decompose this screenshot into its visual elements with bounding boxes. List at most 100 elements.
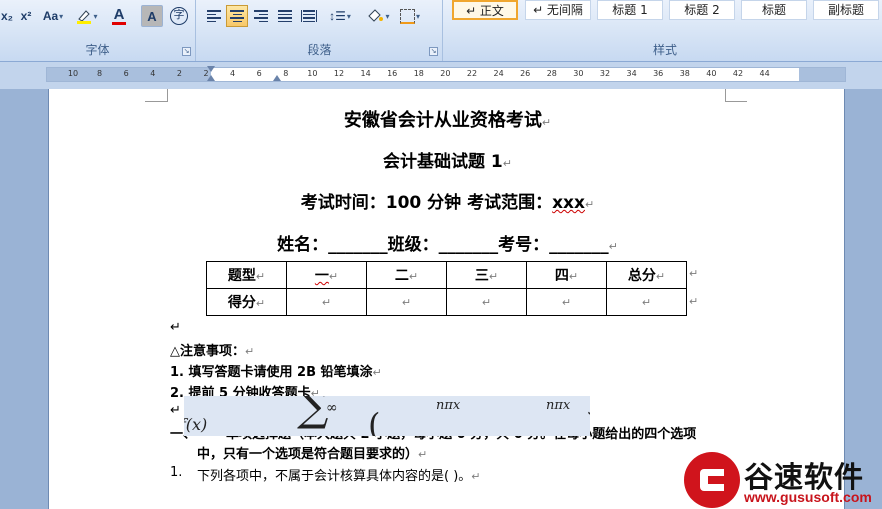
- table-cell[interactable]: 四↵: [526, 261, 607, 289]
- table-cell[interactable]: 总分↵: [606, 261, 687, 289]
- ruler-tick-label: 6: [123, 69, 129, 78]
- cell-mark: ↵: [408, 270, 419, 283]
- table-cell[interactable]: ↵: [526, 288, 607, 316]
- paragraph-dialog-launcher-icon[interactable]: ↘: [429, 47, 438, 56]
- change-case-button[interactable]: Aa ▾: [38, 5, 68, 27]
- ruler-tick-label: 22: [466, 69, 478, 78]
- exam-info-text: 考试时间：100 分钟 考试范围：: [300, 193, 553, 213]
- highlight-button[interactable]: ▾: [74, 5, 100, 27]
- align-right-button[interactable]: [250, 5, 272, 27]
- ruler-tick-label: 26: [520, 69, 531, 78]
- score-table[interactable]: 题型↵ 一↵ 二↵ 三↵ 四↵ 总分↵ 得分↵ ↵ ↵ ↵ ↵ ↵: [206, 261, 687, 316]
- table-cell[interactable]: 题型↵: [206, 261, 287, 289]
- align-left-button[interactable]: [203, 5, 225, 27]
- paragraph-group-label: 段落: [307, 43, 332, 57]
- enclose-chars-button[interactable]: 字: [168, 5, 190, 27]
- shading-button[interactable]: ▾: [361, 5, 395, 27]
- ruler-tick-label: 42: [732, 69, 744, 78]
- cell-mark: ↵: [255, 297, 266, 310]
- hanging-indent-marker-2[interactable]: [273, 75, 281, 81]
- style-normal[interactable]: ↵ 正文: [452, 0, 518, 20]
- subscript-button[interactable]: x₂: [0, 5, 14, 27]
- align-center-button[interactable]: [226, 5, 248, 27]
- paragraph-mark: ↵: [585, 198, 595, 211]
- paragraph-group: ↕☰ ▾ ▾ ▾ 段落 ↘: [197, 0, 443, 61]
- section-heading-line-2-text: 中，只有一个选项是符合题目要求的）: [197, 447, 419, 462]
- horizontal-ruler[interactable]: 10 8 6 4 2 2 4 6 8 10 12 14 16 18 20 22 24 26 28 30 32 34 36 38…: [46, 66, 846, 82]
- table-cell[interactable]: 得分↵: [206, 288, 287, 316]
- paragraph-mark: ↵: [418, 448, 428, 461]
- table-cell[interactable]: 一↵: [286, 261, 367, 289]
- font-color-button[interactable]: A: [104, 5, 134, 27]
- row-end-mark: ↵: [689, 296, 699, 308]
- doc-title-1-text: 安徽省会计从业资格考试: [343, 110, 542, 131]
- table-cell[interactable]: ↵: [606, 288, 687, 316]
- style-no-spacing[interactable]: ↵ 无间隔: [525, 0, 591, 20]
- ruler-tick-label: 40: [706, 69, 717, 78]
- ruler-tick-label: 4: [150, 69, 156, 78]
- margin-corner-mark: [725, 89, 726, 102]
- formula-image[interactable]: 10⁴ f(x) ∑ ∞ ( nπx nπx ): [184, 396, 590, 436]
- ruler-tick-label: 8: [283, 69, 289, 78]
- ruler-tick-label: 10: [307, 69, 318, 78]
- watermark: 谷速软件 www.gususoft.com: [684, 452, 882, 509]
- exam-info: 考试时间：100 分钟 考试范围：xxx↵: [49, 188, 846, 213]
- ruler-tick-label: 12: [333, 69, 345, 78]
- svg-text:nπx: nπx: [546, 398, 571, 413]
- cell-mark: ↵: [481, 296, 492, 309]
- table-cell[interactable]: ↵: [366, 288, 447, 316]
- cell-mark: ↵: [328, 270, 339, 283]
- svg-text:nπx: nπx: [436, 398, 461, 413]
- align-center-icon: [230, 10, 244, 22]
- ruler-tick-label: 4: [230, 69, 236, 78]
- ruler-tick-label: 10: [67, 69, 79, 78]
- borders-button[interactable]: ▾: [395, 5, 425, 27]
- style-heading-2[interactable]: 标题 2: [669, 0, 735, 20]
- style-title[interactable]: 标题: [741, 0, 807, 20]
- table-cell[interactable]: ↵: [286, 288, 367, 316]
- chevron-down-icon: ▾: [346, 11, 351, 21]
- table-row: 得分↵ ↵ ↵ ↵ ↵ ↵: [206, 288, 687, 316]
- ruler-tick-label: 24: [493, 69, 504, 78]
- chevron-down-icon: ▾: [59, 11, 64, 21]
- justify-button[interactable]: [274, 5, 296, 27]
- line-spacing-icon: ↕☰: [329, 9, 346, 23]
- paragraph-mark: ↵: [471, 470, 481, 483]
- cell-mark: ↵: [641, 296, 652, 309]
- table-cell[interactable]: ↵: [446, 288, 527, 316]
- paragraph-mark: ↵: [372, 366, 382, 379]
- style-heading-1[interactable]: 标题 1: [597, 0, 663, 20]
- char-shading-button[interactable]: A: [141, 5, 163, 27]
- align-left-icon: [207, 10, 221, 22]
- document-page[interactable]: 安徽省会计从业资格考试↵ 会计基础试题 1↵ 考试时间：100 分钟 考试范围：…: [48, 89, 845, 509]
- line-spacing-button[interactable]: ↕☰ ▾: [325, 5, 355, 27]
- ruler-right-margin: [799, 68, 845, 81]
- svg-text:): ): [586, 406, 590, 436]
- styles-group: ↵ 正文 ↵ 无间隔 标题 1 标题 2 标题 副标题 样式: [445, 0, 882, 61]
- table-cell[interactable]: 三↵: [446, 261, 527, 289]
- font-group-label: 字体: [85, 43, 110, 57]
- ribbon: x₂ x² Aa ▾ ▾ A A 字 字体 ↘ ↕☰ ▾ ▾ ▾ 段落 ↘ ↵ …: [0, 0, 882, 62]
- table-cell[interactable]: 二↵: [366, 261, 447, 289]
- row-end-mark: ↵: [689, 268, 699, 280]
- styles-group-label: 样式: [652, 43, 677, 57]
- justify-icon: [278, 10, 292, 22]
- notice-item-1: 1. 填写答题卡请使用 2B 铅笔填涂↵: [170, 361, 382, 380]
- paint-bucket-icon: [368, 9, 384, 22]
- superscript-button[interactable]: x²: [16, 5, 36, 27]
- notice-title: △注意事项：↵: [170, 340, 254, 359]
- style-subtitle[interactable]: 副标题: [813, 0, 879, 20]
- question-1-number: 1.: [170, 465, 183, 480]
- ruler-tick-label: 38: [679, 69, 690, 78]
- font-color-swatch: [112, 21, 126, 25]
- cell-text: 题型: [227, 268, 256, 284]
- paragraph-mark: ↵: [608, 240, 618, 253]
- cell-mark: ↵: [568, 270, 579, 283]
- cell-mark: ↵: [561, 296, 572, 309]
- cell-text: 三: [474, 268, 489, 284]
- question-1-stem: 下列各项中，不属于会计核算具体内容的是( )。: [197, 469, 472, 484]
- distribute-button[interactable]: [298, 5, 320, 27]
- font-dialog-launcher-icon[interactable]: ↘: [182, 47, 191, 56]
- ruler-tick-label: 32: [599, 69, 611, 78]
- section-heading-line-2: 中，只有一个选项是符合题目要求的）↵: [197, 443, 427, 462]
